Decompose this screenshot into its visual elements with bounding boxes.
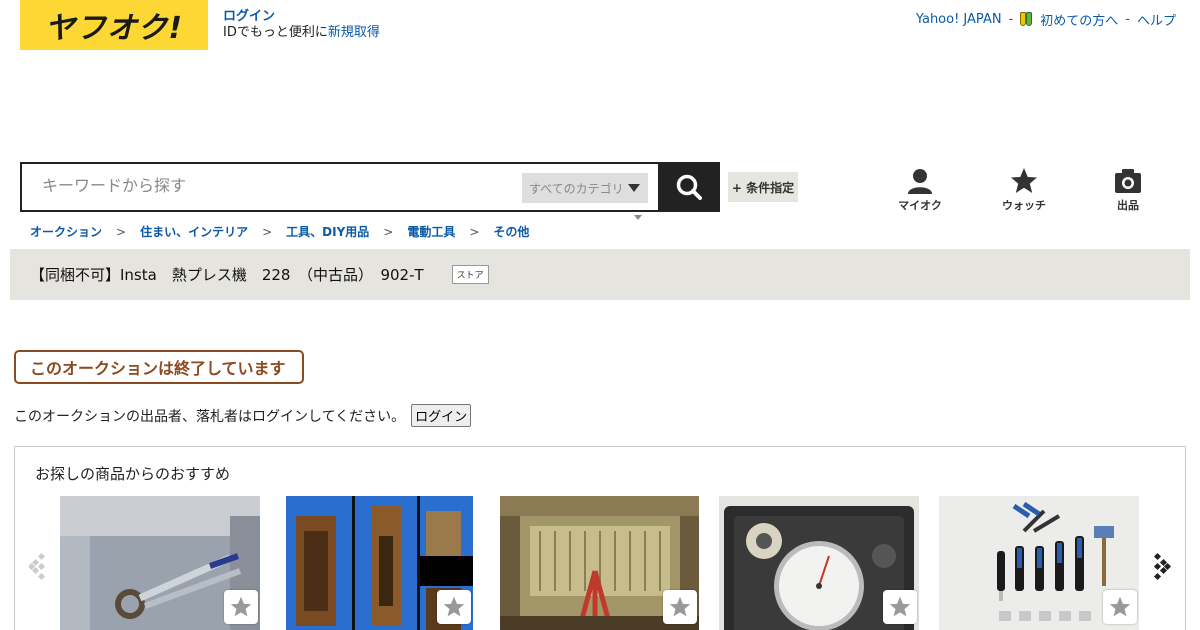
login-block: ログイン IDでもっと便利に新規取得 [223,9,380,41]
dropdown-arrow-icon [628,184,640,192]
star-icon [1109,596,1131,617]
beginner-leaf-icon [1020,12,1033,27]
signup-link[interactable]: 新規取得 [328,25,380,40]
login-sub-text: IDでもっと便利に [223,25,328,40]
watch-button[interactable] [437,590,471,624]
user-icon [908,169,932,194]
login-link[interactable]: ログイン [223,9,380,25]
condition-button[interactable]: + 条件指定 [728,172,798,202]
breadcrumb-other[interactable]: その他 [493,223,529,240]
breadcrumb-separator: > [469,224,480,239]
nav-sell-label: 出品 [1117,199,1139,212]
yahoo-japan-link[interactable]: Yahoo! JAPAN [916,12,1002,27]
breadcrumb-power-tools[interactable]: 電動工具 [407,223,455,240]
nav-myauc-label: マイオク [898,199,942,212]
nav-sell[interactable]: 出品 [1098,167,1158,213]
recommendation-title: お探しの商品からのおすすめ [35,465,231,483]
star-icon [1011,168,1037,193]
nav-myauc[interactable]: マイオク [890,167,950,213]
watch-button[interactable] [224,590,258,624]
item-title-bar: 【同梱不可】Insta 熱プレス機 228 （中古品） 902-T ストア [10,249,1190,300]
search-box: すべてのカテゴリ [20,162,660,212]
breadcrumb-home-interior[interactable]: 住まい、インテリア [140,223,248,240]
watch-button[interactable] [1103,590,1137,624]
recommend-item-5[interactable] [939,496,1139,630]
caret-down-icon [634,215,642,220]
carousel-next-icon[interactable] [1151,550,1171,582]
recommendation-panel: お探しの商品からのおすすめ [14,446,1186,630]
breadcrumb: オークション > 住まい、インテリア > 工具、DIY用品 > 電動工具 > そ… [30,223,529,240]
breadcrumb-tools-diy[interactable]: 工具、DIY用品 [286,223,369,240]
category-select[interactable]: すべてのカテゴリ [522,173,648,203]
login-button[interactable]: ログイン [411,404,472,427]
breadcrumb-separator: > [383,224,394,239]
recommend-item-2[interactable] [286,496,473,630]
nav-watch[interactable]: ウォッチ [994,167,1054,213]
watch-button[interactable] [663,590,697,624]
login-message-row: このオークションの出品者、落札者はログインしてください。 ログイン [14,404,472,427]
yahuoku-logo[interactable]: ヤフオク! [20,0,208,50]
recommend-item-3[interactable] [500,496,699,630]
search-icon [676,174,702,200]
top-right-links: Yahoo! JAPAN - 初めての方へ - ヘルプ [916,10,1176,29]
item-title: 【同梱不可】Insta 熱プレス機 228 （中古品） 902-T [30,266,424,284]
link-separator: - [1008,12,1014,27]
breadcrumb-separator: > [262,224,273,239]
nav-watch-label: ウォッチ [1002,199,1046,212]
login-message: このオークションの出品者、落札者はログインしてください。 [14,408,406,425]
category-select-label: すべてのカテゴリ [529,181,624,196]
recommend-item-4[interactable] [719,496,919,630]
search-button[interactable] [658,162,720,212]
breadcrumb-auction[interactable]: オークション [30,223,102,240]
star-icon [230,596,252,617]
carousel-prev-icon[interactable] [29,550,49,582]
star-icon [669,596,691,617]
store-badge: ストア [451,265,489,284]
recommend-item-1[interactable] [60,496,260,630]
star-icon [889,596,911,617]
breadcrumb-separator: > [116,224,127,239]
logo-text: ヤフオク! [44,11,184,46]
auction-ended-notice: このオークションは終了しています [14,350,304,384]
link-separator: - [1125,12,1130,27]
help-link[interactable]: ヘルプ [1137,10,1176,29]
first-time-link[interactable]: 初めての方へ [1040,10,1118,29]
camera-icon [1115,169,1141,193]
watch-button[interactable] [883,590,917,624]
star-icon [443,596,465,617]
